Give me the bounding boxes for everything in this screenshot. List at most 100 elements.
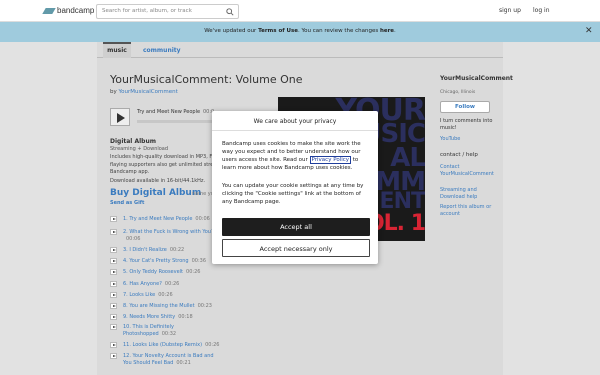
track-title[interactable]: 11. Looks Like (Dubstep Remix) (123, 342, 202, 348)
track-play-icon[interactable] (110, 324, 117, 330)
track-duration: 00:23 (197, 303, 212, 309)
track-text: 7. Looks Like 00:26 (123, 292, 223, 299)
banner-text-after: . (394, 28, 396, 34)
band-name[interactable]: YourMusicalComment (440, 75, 513, 82)
contact-link[interactable]: Contact YourMusicalComment (440, 164, 500, 177)
track-play-icon[interactable] (110, 229, 117, 235)
track-title[interactable]: 4. Your Cat's Pretty Strong (123, 258, 189, 264)
track-play-icon[interactable] (110, 314, 117, 320)
progress-bar[interactable] (137, 120, 217, 123)
track-duration: 00:26 (186, 269, 201, 275)
band-nav-tabs: music community (97, 42, 503, 58)
send-as-gift-link[interactable]: Send as Gift (110, 200, 144, 206)
track-play-icon[interactable] (110, 247, 117, 253)
youtube-link[interactable]: YouTube (440, 136, 460, 142)
tab-music[interactable]: music (103, 42, 131, 58)
tab-community[interactable]: community (143, 47, 181, 54)
track-title[interactable]: 12. Your Novelty Account is Bad and You … (123, 353, 214, 366)
track-text: 1. Try and Meet New People 00:06 (123, 216, 223, 223)
track-play-icon[interactable] (110, 303, 117, 309)
privacy-policy-link[interactable]: Privacy Policy (309, 156, 352, 164)
track-play-icon[interactable] (110, 353, 117, 359)
track-text: 12. Your Novelty Account is Bad and You … (123, 353, 223, 367)
play-icon (117, 113, 125, 123)
track-duration: 00:36 (191, 258, 207, 264)
track-title[interactable]: 8. You are Missing the Mullet (123, 303, 195, 309)
cookie-explanation: Bandcamp uses cookies to make the site w… (222, 140, 372, 172)
buy-digital-album-link[interactable]: Buy Digital Album (110, 188, 201, 198)
buy-price-text: name yo (192, 191, 214, 197)
contact-heading: contact / help (440, 152, 478, 158)
close-icon[interactable]: ✕ (585, 26, 593, 36)
track-title[interactable]: 3. I Didn't Realize (123, 247, 167, 253)
description-line: Bandcamp app. (110, 169, 150, 175)
byline-by: by (110, 89, 117, 95)
bandcamp-logo-icon (42, 7, 56, 14)
dialog-divider (212, 130, 378, 131)
track-duration: 00:06 (126, 236, 141, 242)
search-placeholder: Search for artist, album, or track (102, 8, 192, 14)
track-title[interactable]: 5. Only Teddy Roosevelt (123, 269, 183, 275)
track-duration: 00:22 (169, 247, 185, 253)
report-link[interactable]: Report this album or account (440, 204, 500, 217)
play-button[interactable] (110, 108, 130, 126)
band-location: Chicago, Illinois (440, 90, 476, 95)
track-title[interactable]: 7. Looks Like (123, 292, 155, 298)
artist-link[interactable]: YourMusicalComment (119, 89, 178, 95)
track-text: 5. Only Teddy Roosevelt 00:26 (123, 269, 223, 276)
track-play-icon[interactable] (110, 342, 117, 348)
login-link[interactable]: log in (533, 7, 550, 14)
accept-all-button[interactable]: Accept all (222, 218, 370, 236)
track-text: 2. What the Fuck is Wrong with You?00:06 (123, 229, 223, 243)
search-input[interactable]: Search for artist, album, or track (96, 4, 239, 19)
byline: by YourMusicalComment (110, 89, 178, 95)
track-title[interactable]: 2. What the Fuck is Wrong with You? (123, 229, 214, 235)
follow-button[interactable]: Follow (440, 101, 490, 113)
track-duration: 00:06 (195, 216, 210, 222)
track-duration: 00:21 (176, 360, 191, 366)
track-play-icon[interactable] (110, 216, 117, 222)
track-play-icon[interactable] (110, 281, 117, 287)
terms-banner: We've updated our Terms of Use. You can … (0, 22, 600, 42)
accept-necessary-button[interactable]: Accept necessary only (222, 239, 370, 257)
track-duration: 00:26 (205, 342, 220, 348)
band-bio: I turn comments into music! (440, 118, 493, 131)
terms-of-use-link[interactable]: Terms of Use (258, 28, 298, 34)
bandcamp-logo[interactable]: bandcamp (42, 6, 95, 15)
track-duration: 00:26 (158, 292, 173, 298)
track-duration: 00:26 (164, 281, 180, 287)
track-title[interactable]: 6. Has Anyone? (123, 281, 162, 287)
track-text: 3. I Didn't Realize 00:22 (123, 247, 223, 254)
search-icon[interactable] (226, 8, 234, 16)
streaming-help-link[interactable]: Streaming and Download help (440, 187, 500, 200)
cookie-settings-info: You can update your cookie settings at a… (222, 183, 364, 205)
logo-text: bandcamp (57, 6, 95, 15)
here-link[interactable]: here (380, 28, 394, 34)
digital-album-heading: Digital Album (110, 138, 156, 145)
banner-text: We've updated our Terms of Use. You can … (0, 28, 600, 34)
track-duration: 00:32 (161, 331, 177, 337)
album-title: YourMusicalComment: Volume One (110, 73, 303, 86)
track-play-icon[interactable] (110, 292, 117, 298)
download-availability: Download available in 16-bit/44.1kHz. (110, 178, 206, 184)
top-bar: bandcamp Search for artist, album, or tr… (0, 0, 600, 22)
description-line: flaying supporters also get unlimited st… (110, 161, 214, 168)
track-title[interactable]: 1. Try and Meet New People (123, 216, 192, 222)
track-text: 11. Looks Like (Dubstep Remix) 00:26 (123, 342, 223, 349)
signup-link[interactable]: sign up (499, 7, 521, 14)
track-title[interactable]: 9. Needs More Shitty (123, 314, 175, 320)
digital-album-subheading: Streaming + Download (110, 146, 169, 152)
track-play-icon[interactable] (110, 258, 117, 264)
track-play-icon[interactable] (110, 269, 117, 275)
track-text: 6. Has Anyone? 00:26 (123, 281, 223, 288)
description-line: Includes high-quality download in MP3, F… (110, 154, 214, 160)
track-text: 10. This is Definitely Photoshopped 00:32 (123, 324, 223, 338)
track-text: 8. You are Missing the Mullet 00:23 (123, 303, 223, 310)
banner-text-middle: . You can review the changes (298, 28, 379, 34)
track-text: 9. Needs More Shitty 00:18 (123, 314, 223, 321)
dialog-title: We care about your privacy (253, 118, 337, 125)
cookie-consent-dialog: We care about your privacy Bandcamp uses… (212, 111, 378, 264)
now-playing-title: Try and Meet New People (137, 109, 201, 115)
banner-text-before: We've updated our (204, 28, 257, 34)
track-duration: 00:18 (178, 314, 193, 320)
